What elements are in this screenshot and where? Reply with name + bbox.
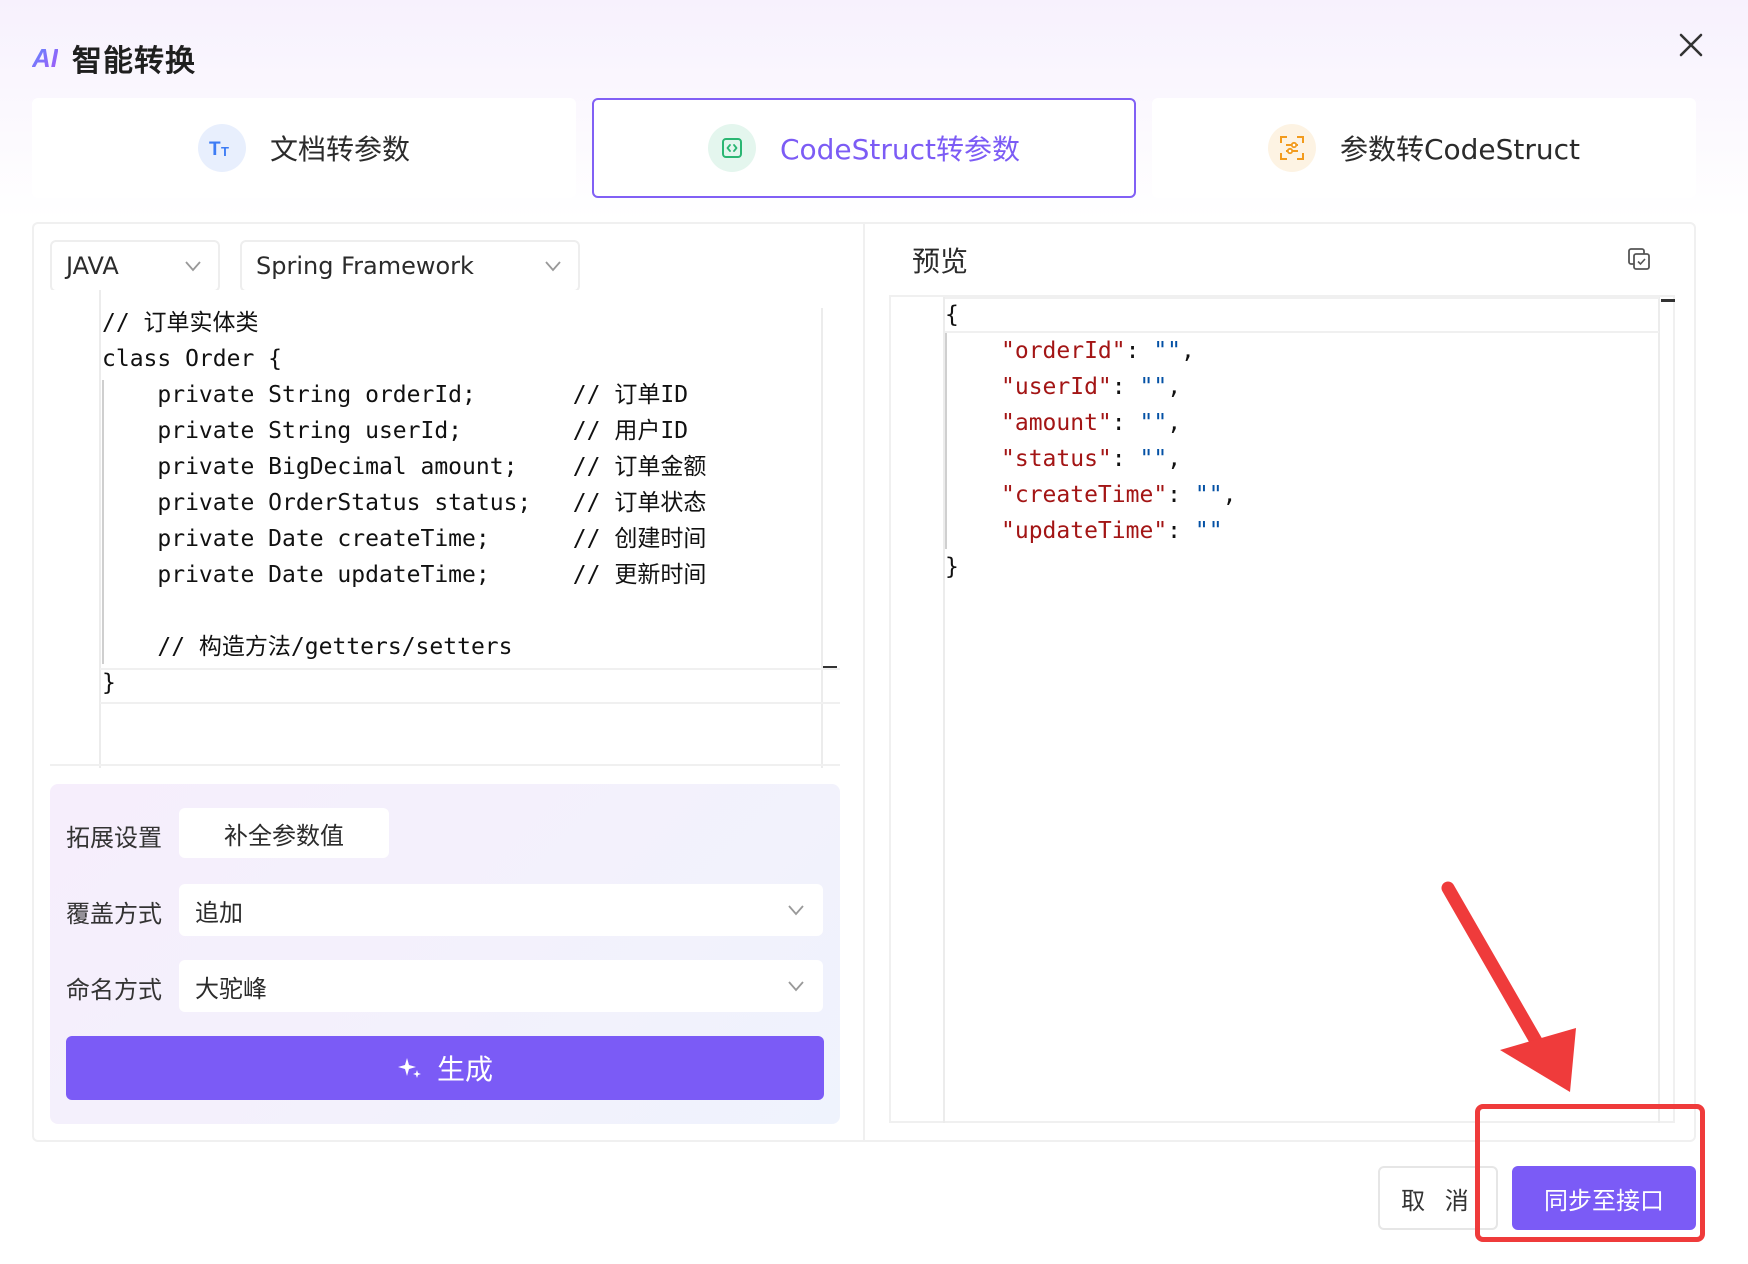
sparkle-icon: [397, 1058, 421, 1078]
json-value: "": [1194, 518, 1223, 544]
code-line: // 订单实体类: [102, 310, 259, 336]
json-field-row: "userId": "",: [1001, 374, 1182, 400]
json-field-row: "orderId": "",: [1001, 338, 1195, 364]
code-icon: [707, 124, 756, 172]
code-line: private Date createTime; // 创建时间: [102, 526, 707, 552]
json-comma: ,: [1181, 338, 1195, 364]
json-comma: ,: [1167, 410, 1182, 436]
code-line: }: [102, 670, 116, 696]
tab-label: CodeStruct转参数: [779, 133, 1021, 166]
tab-label: 文档转参数: [269, 133, 410, 166]
json-value: "": [1139, 446, 1168, 472]
json-comma: ,: [1167, 374, 1182, 400]
json-key: "orderId": [1001, 338, 1126, 364]
preview-title: 预览: [912, 245, 969, 278]
json-field-row: "amount": "",: [1001, 410, 1182, 436]
code-line: private Date updateTime; // 更新时间: [102, 562, 707, 588]
naming-mode-value: 大驼峰: [195, 974, 267, 1003]
chevron-down-icon: [788, 981, 804, 992]
json-field-row: "updateTime": "": [1001, 518, 1223, 544]
json-value: "": [1194, 482, 1223, 508]
preview-scrollbar-thumb[interactable]: [1661, 299, 1675, 302]
json-field-row: "status": "",: [1001, 446, 1182, 472]
tab-label: 参数转CodeStruct: [1339, 133, 1581, 166]
dialog-title: 智能转换: [72, 44, 196, 79]
language-select[interactable]: JAVA: [50, 240, 220, 292]
scan-settings-icon: [1267, 124, 1316, 172]
json-comma: ,: [1222, 482, 1237, 508]
extend-settings-label: 拓展设置: [66, 824, 162, 852]
fill-param-values-chip[interactable]: 补全参数值: [179, 808, 389, 858]
json-key: "createTime": [1001, 482, 1168, 508]
current-line-bottom: [100, 702, 840, 704]
close-icon: [1679, 33, 1703, 57]
framework-select[interactable]: Spring Framework: [240, 240, 580, 292]
editor-gutter-line: [99, 290, 101, 768]
svg-text:T: T: [209, 139, 221, 159]
framework-select-value: Spring Framework: [256, 252, 474, 280]
copy-icon[interactable]: [1626, 246, 1654, 274]
generate-button[interactable]: 生成: [66, 1036, 824, 1100]
generate-button-label: 生成: [436, 1053, 493, 1086]
preview-scroll-track: [1658, 297, 1660, 1123]
editor-bottom-border: [50, 764, 840, 766]
code-line: class Order {: [102, 346, 283, 372]
json-open-brace: {: [945, 302, 959, 328]
ai-logo: AI: [32, 42, 58, 73]
json-key: "userId": [1001, 374, 1112, 400]
preview-indent-guide: [945, 333, 947, 549]
code-line: private OrderStatus status; // 订单状态: [102, 490, 707, 516]
code-line: private BigDecimal amount; // 订单金额: [102, 454, 707, 480]
language-select-value: JAVA: [66, 252, 119, 280]
annotation-arrow: [1441, 881, 1576, 1092]
code-line: private String orderId; // 订单ID: [102, 382, 689, 408]
tab-params-to-codestruct[interactable]: 参数转CodeStruct: [1152, 98, 1696, 198]
editor-scroll-track: [821, 308, 823, 768]
overwrite-mode-value: 追加: [195, 898, 243, 927]
close-button[interactable]: [1674, 28, 1708, 62]
tab-codestruct-to-params[interactable]: CodeStruct转参数: [592, 98, 1136, 198]
json-key: "amount": [1001, 410, 1112, 436]
chevron-down-icon: [185, 261, 201, 272]
json-key: "updateTime": [1001, 518, 1168, 544]
overwrite-mode-select[interactable]: 追加: [179, 884, 823, 936]
preview-current-line-top: [945, 297, 1659, 299]
json-key: "status": [1001, 446, 1112, 472]
current-line-top: [100, 668, 840, 670]
code-line: private String userId; // 用户ID: [102, 418, 689, 444]
code-editor[interactable]: // 订单实体类 class Order { private String or…: [50, 290, 840, 768]
naming-mode-select[interactable]: 大驼峰: [179, 960, 823, 1012]
panel-divider: [863, 224, 865, 1140]
overwrite-mode-label: 覆盖方式: [66, 900, 162, 928]
chevron-down-icon: [545, 261, 561, 272]
dialog-header: AI 智能转换: [32, 36, 196, 80]
annotation-highlight-box: [1475, 1104, 1705, 1242]
text-format-icon: T T: [197, 124, 246, 172]
tab-doc-to-params[interactable]: T T 文档转参数: [32, 98, 576, 198]
smart-convert-dialog: AI 智能转换 T T 文档转参数 CodeStruct转参数 参数转CodeS…: [0, 0, 1748, 1264]
json-value: "": [1139, 410, 1168, 436]
chevron-down-icon: [788, 905, 804, 916]
naming-mode-label: 命名方式: [66, 976, 162, 1004]
json-close-brace: }: [945, 554, 959, 580]
svg-text:T: T: [221, 144, 229, 159]
json-value: "": [1153, 338, 1182, 364]
json-field-row: "createTime": "",: [1001, 482, 1237, 508]
json-comma: ,: [1167, 446, 1182, 472]
json-value: "": [1139, 374, 1168, 400]
code-line: // 构造方法/getters/setters: [102, 634, 513, 660]
